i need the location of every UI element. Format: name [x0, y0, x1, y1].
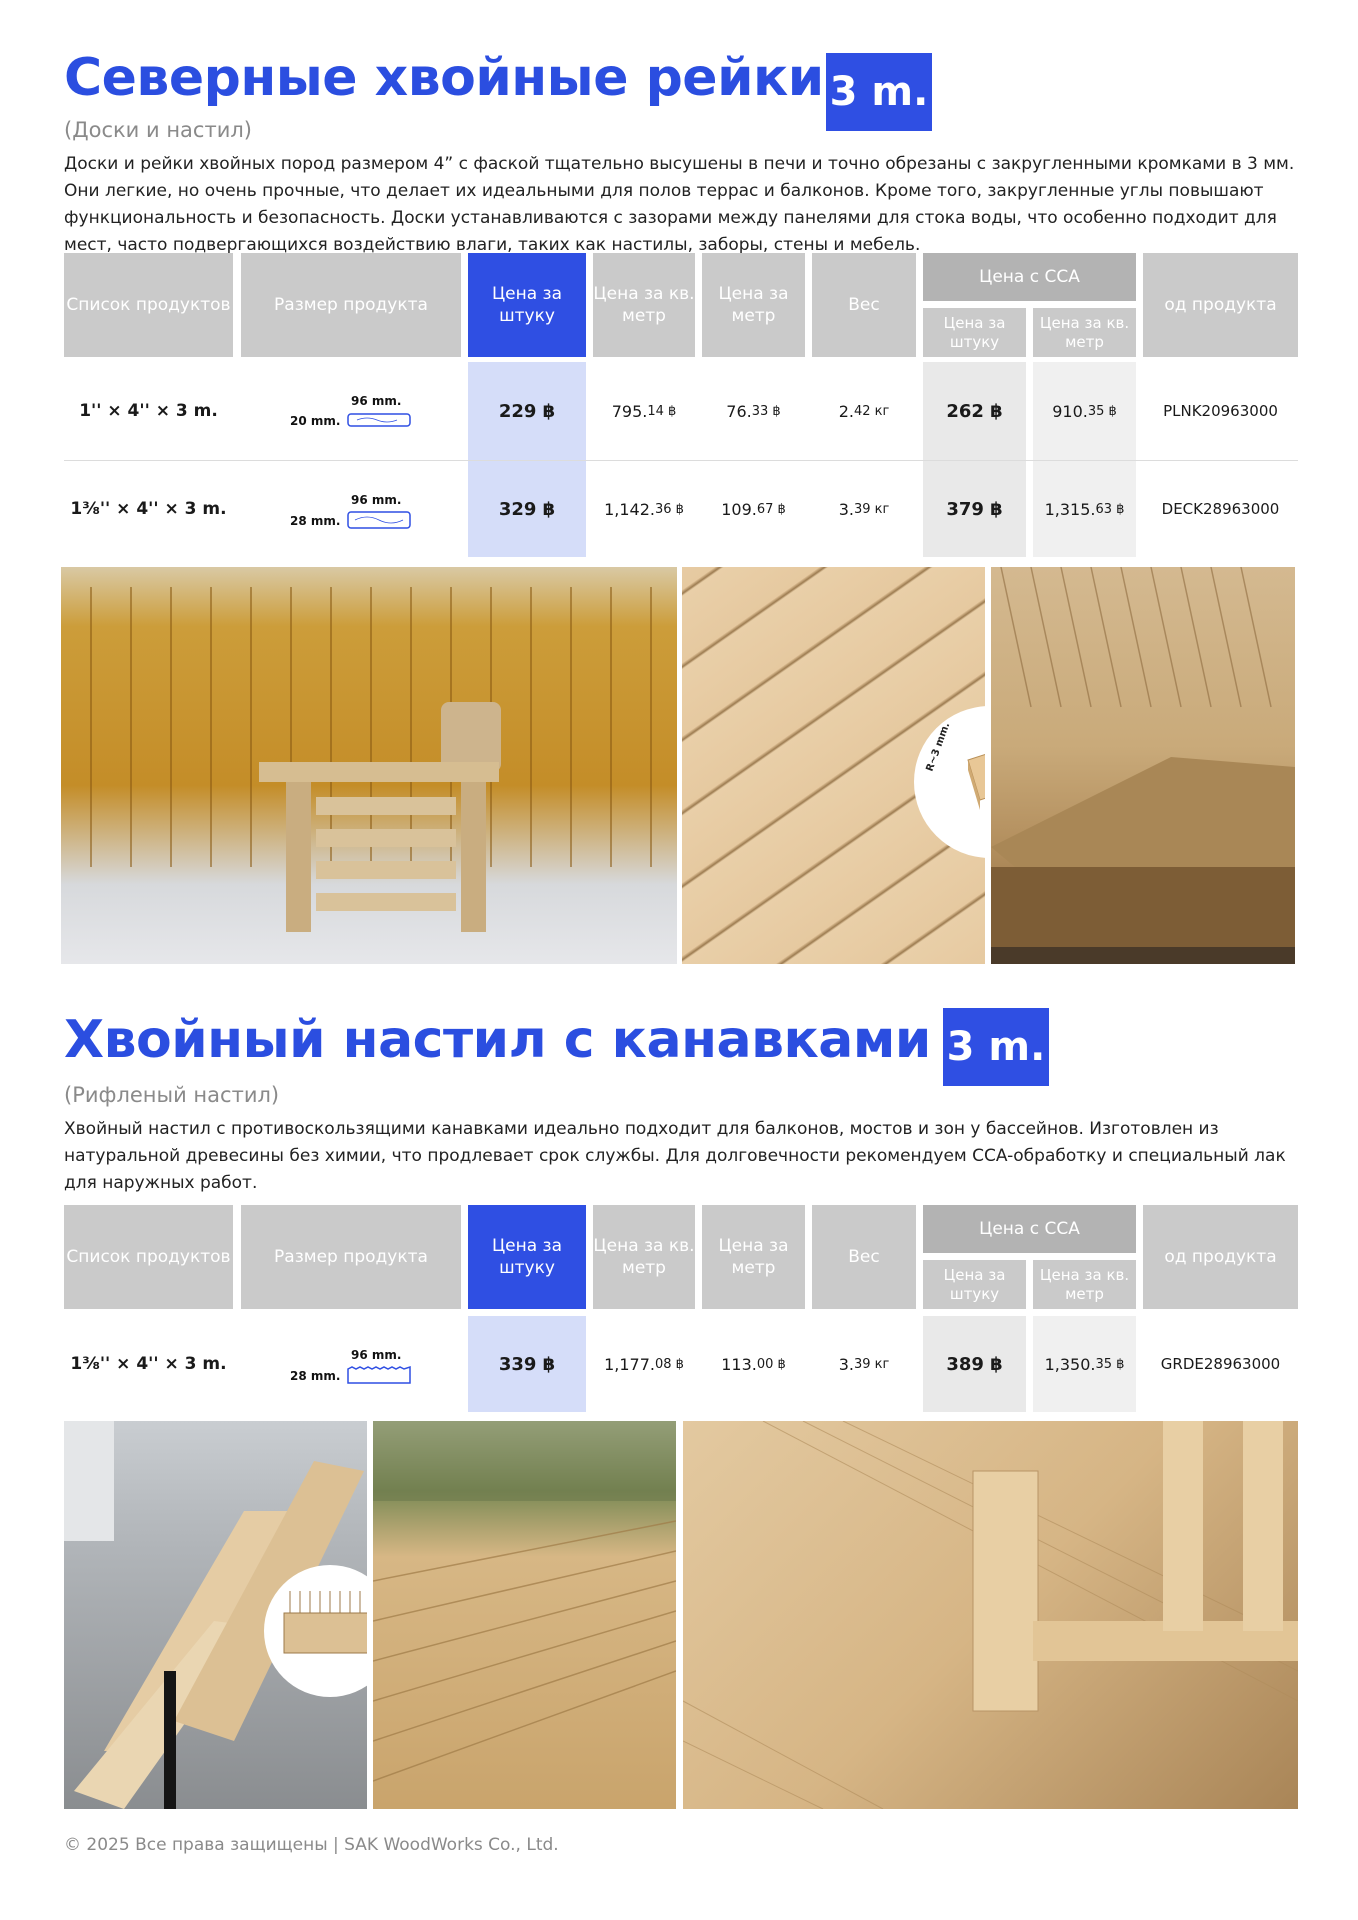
header-product-size: Размер продукта: [241, 253, 461, 357]
product-name: 1⅜'' × 4'' × 3 m.: [70, 499, 227, 519]
section1-description: Доски и рейки хвойных пород размером 4” …: [64, 154, 1295, 255]
deck-steps-image: [991, 567, 1295, 964]
product-name: 1⅜'' × 4'' × 3 m.: [70, 1354, 227, 1374]
table-row: 1⅜'' × 4'' × 3 m. 96 mm. 28 mm. 339 ฿ 1,…: [64, 1316, 1298, 1412]
price-per-meter: 109. 67 ฿: [721, 499, 786, 519]
cca-price-per-piece: 389 ฿: [946, 1353, 1003, 1375]
price-per-meter: 113. 00 ฿: [721, 1354, 786, 1374]
photo-deck-railing: [683, 1421, 1298, 1809]
section1-title: Северные хвойные рейки: [64, 48, 824, 108]
header-cca: Цена с CCA: [923, 1205, 1136, 1253]
header-product-list: Список продуктов: [64, 1205, 233, 1309]
header-cca-price-per-piece: Цена за штуку: [923, 308, 1026, 357]
weight: 3. 39 кг: [838, 499, 890, 519]
table-row: 1⅜'' × 4'' × 3 m. 96 mm. 28 mm. 329 ฿ 1,…: [64, 461, 1298, 557]
section1-length-badge: 3 m.: [826, 53, 932, 131]
table-row: 1'' × 4'' × 3 m. 96 mm. 20 mm. 229 ฿ 795…: [64, 362, 1298, 460]
board-profile-icon: [347, 511, 411, 529]
product-code: DECK28963000: [1161, 500, 1280, 518]
price-per-sqm: 1,177. 08 ฿: [604, 1354, 684, 1374]
header-cca: Цена с CCA: [923, 253, 1136, 301]
header-cca-price-per-sqm: Цена за кв. метр: [1033, 1260, 1136, 1309]
section2-subtitle: (Рифленый настил): [64, 1083, 280, 1107]
header-product-list: Список продуктов: [64, 253, 233, 357]
product-code: GRDE28963000: [1160, 1355, 1281, 1373]
header-price-per-piece: Цена за штуку: [468, 253, 586, 357]
product-name: 1'' × 4'' × 3 m.: [79, 401, 218, 421]
section2-table-body: 1⅜'' × 4'' × 3 m. 96 mm. 28 mm. 339 ฿ 1,…: [64, 1316, 1298, 1412]
cca-price-per-sqm: 1,315. 63 ฿: [1044, 499, 1125, 519]
garden-deck-image: [373, 1421, 676, 1782]
header-price-per-piece: Цена за штуку: [468, 1205, 586, 1309]
photo-wall-office: [61, 567, 677, 964]
board-edge-detail: R~3 mm.: [914, 706, 985, 858]
cca-price-per-piece: 379 ฿: [946, 498, 1003, 520]
wooden-wall-image: [90, 587, 652, 932]
price-per-piece: 229 ฿: [498, 400, 556, 422]
header-weight: Вес: [812, 1205, 916, 1309]
header-price-per-sqm: Цена за кв. метр: [593, 1205, 695, 1309]
section2-description: Хвойный настил с противоскользящими кана…: [64, 1119, 1286, 1193]
photo-stacked-grooved-boards: [64, 1421, 367, 1809]
weight: 3. 39 кг: [838, 1354, 890, 1374]
section2-length-badge: 3 m.: [943, 1008, 1049, 1086]
cca-price-per-piece: 262 ฿: [946, 400, 1003, 422]
header-cca-price-per-sqm: Цена за кв. метр: [1033, 308, 1136, 357]
weight: 2. 42 кг: [838, 401, 890, 421]
price-per-sqm: 1,142. 36 ฿: [604, 499, 684, 519]
grooved-board-detail: [264, 1565, 367, 1697]
grooved-board-profile-icon: [347, 1365, 411, 1384]
photo-deck-steps: [991, 567, 1295, 964]
section1-subtitle: (Доски и настил): [64, 118, 252, 142]
size-diagram: 96 mm. 28 mm.: [241, 1316, 461, 1412]
product-code: PLNK20963000: [1163, 402, 1278, 420]
header-product-code: од продукта: [1143, 253, 1298, 357]
size-diagram: 96 mm. 28 mm.: [241, 461, 461, 557]
section1-table-body: 1'' × 4'' × 3 m. 96 mm. 20 mm. 229 ฿ 795…: [64, 362, 1298, 557]
size-diagram: 96 mm. 20 mm.: [241, 362, 461, 460]
photo-planks-closeup: R~3 mm.: [682, 567, 985, 964]
copyright-footer: © 2025 Все права защищены | SAK WoodWork…: [64, 1835, 559, 1855]
header-product-size: Размер продукта: [241, 1205, 461, 1309]
price-per-meter: 76. 33 ฿: [726, 401, 781, 421]
header-weight: Вес: [812, 253, 916, 357]
header-cca-price-per-piece: Цена за штуку: [923, 1260, 1026, 1309]
price-per-piece: 329 ฿: [498, 498, 556, 520]
header-price-per-meter: Цена за метр: [702, 1205, 805, 1309]
deck-railing-image: [683, 1421, 1298, 1809]
price-per-sqm: 795. 14 ฿: [611, 401, 677, 421]
photo-grooved-deck-garden: [373, 1421, 676, 1809]
header-product-code: од продукта: [1143, 1205, 1298, 1309]
cca-price-per-sqm: 1,350. 35 ฿: [1044, 1354, 1125, 1374]
section2-title: Хвойный настил с канавками: [64, 1010, 931, 1070]
cca-price-per-sqm: 910. 35 ฿: [1052, 401, 1117, 421]
board-profile-icon: [347, 413, 411, 427]
header-price-per-meter: Цена за метр: [702, 253, 805, 357]
header-price-per-sqm: Цена за кв. метр: [593, 253, 695, 357]
price-per-piece: 339 ฿: [498, 1353, 556, 1375]
